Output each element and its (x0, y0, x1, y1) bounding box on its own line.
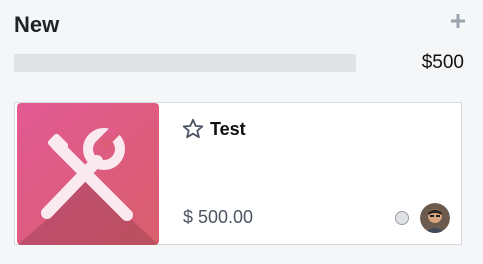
column-total: $500 (421, 52, 464, 73)
star-outline-icon[interactable] (181, 117, 205, 141)
column-progress-bar[interactable] (14, 54, 356, 72)
card-price: $ 500.00 (183, 207, 254, 227)
tools-icon (17, 103, 159, 245)
card-title: Test (210, 119, 246, 139)
plus-icon[interactable] (451, 14, 465, 28)
column-header: New (14, 10, 465, 40)
column-title: New (14, 12, 60, 37)
card-image (17, 103, 159, 245)
status-circle-icon[interactable] (395, 211, 409, 225)
user-avatar-icon[interactable] (420, 203, 450, 233)
kanban-card[interactable]: Test $ 500.00 (14, 102, 462, 245)
